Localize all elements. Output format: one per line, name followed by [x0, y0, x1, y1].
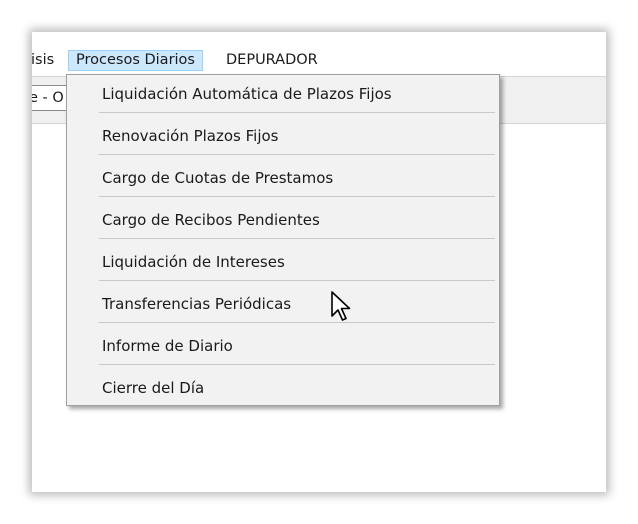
menu-depurador[interactable]: DEPURADOR [219, 50, 325, 71]
menu-separator [99, 322, 495, 323]
menu-procesos-diarios[interactable]: Procesos Diarios [68, 50, 203, 71]
arrow-pointer-icon [331, 291, 351, 321]
menu-bar: isis Procesos Diarios DEPURADOR [32, 46, 606, 76]
menu-separator [99, 238, 495, 239]
menu-item-renovacion-plazos-fijos[interactable]: Renovación Plazos Fijos [67, 117, 499, 159]
menu-item-liquidacion-plazos-fijos[interactable]: Liquidación Automática de Plazos Fijos [67, 75, 499, 117]
menu-item-cargo-cuotas-prestamos[interactable]: Cargo de Cuotas de Prestamos [67, 159, 499, 201]
menu-separator [99, 112, 495, 113]
procesos-diarios-dropdown: Liquidación Automática de Plazos Fijos R… [66, 74, 500, 406]
menu-item-cierre-dia[interactable]: Cierre del Día [67, 369, 499, 411]
menu-item-informe-diario[interactable]: Informe de Diario [67, 327, 499, 369]
menu-separator [99, 196, 495, 197]
menu-separator [99, 280, 495, 281]
menu-item-liquidacion-intereses[interactable]: Liquidación de Intereses [67, 243, 499, 285]
menu-separator [99, 154, 495, 155]
menu-item-cargo-recibos-pendientes[interactable]: Cargo de Recibos Pendientes [67, 201, 499, 243]
menu-analisis[interactable]: isis [32, 50, 61, 71]
menu-separator [99, 364, 495, 365]
menu-item-transferencias-periodicas[interactable]: Transferencias Periódicas [67, 285, 499, 327]
